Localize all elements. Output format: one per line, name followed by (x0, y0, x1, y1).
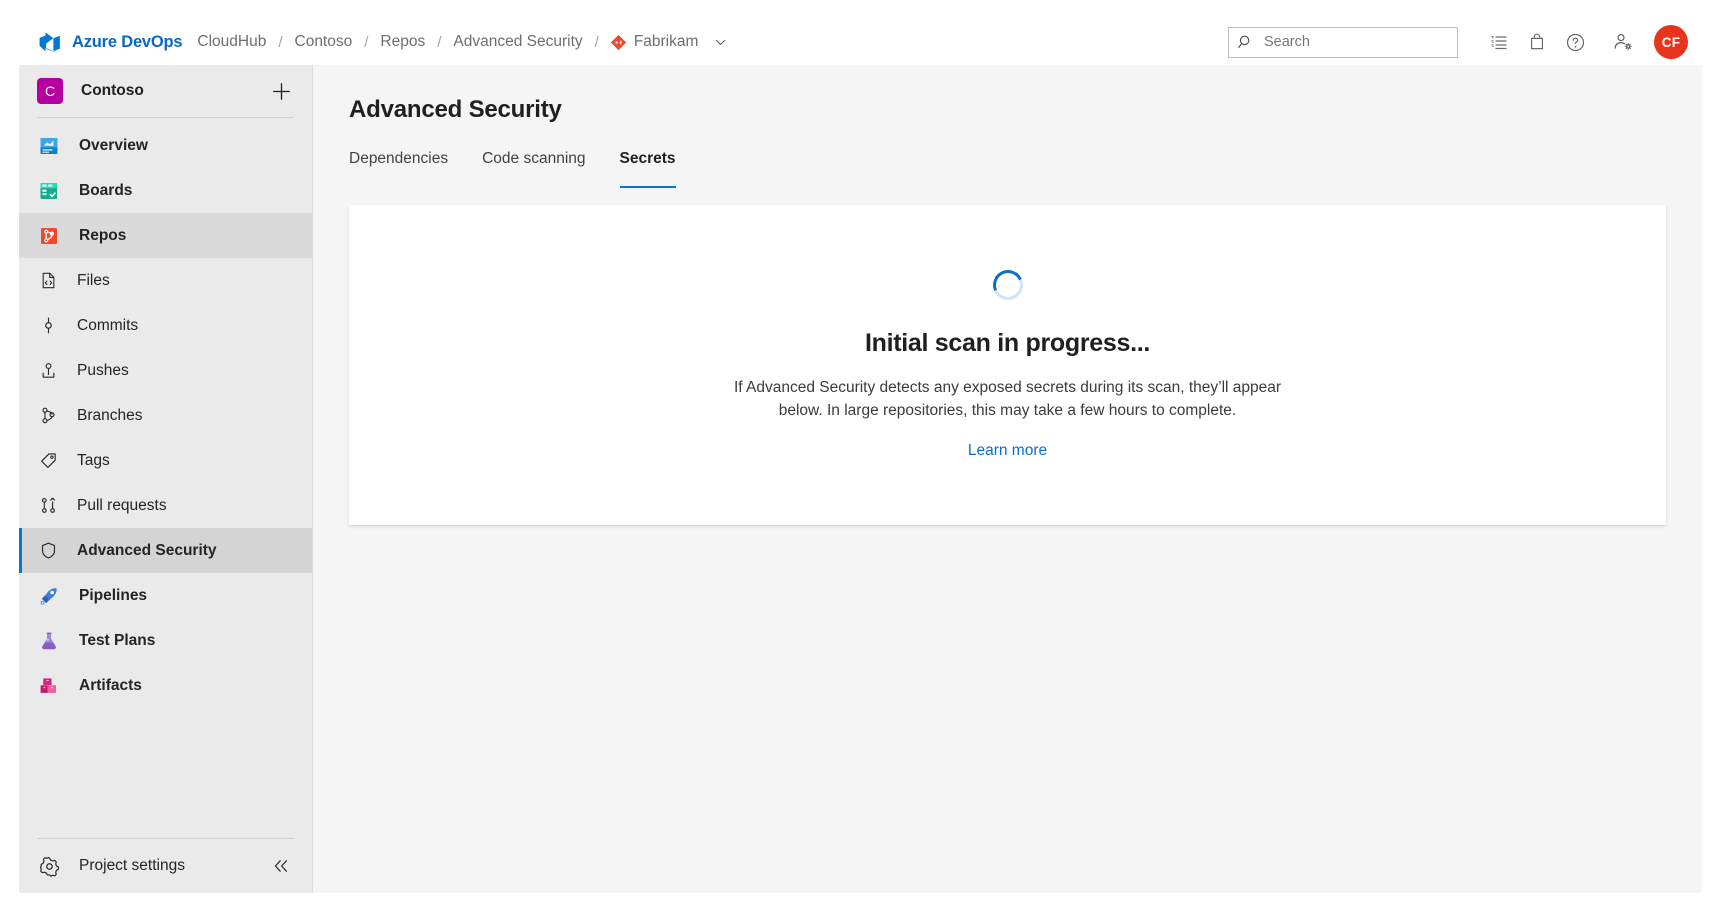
sidebar-item-label: Files (77, 271, 110, 289)
project-name: Contoso (81, 82, 144, 99)
sidebar-item-tags[interactable]: Tags (19, 438, 312, 483)
breadcrumb-separator: / (364, 33, 369, 51)
sidebar-item-repos[interactable]: Repos (19, 213, 312, 258)
gear-icon (37, 854, 61, 878)
breadcrumb-item-contoso[interactable]: Contoso (294, 33, 354, 51)
project-badge: C (37, 78, 63, 104)
breadcrumb-separator: / (278, 33, 283, 51)
repo-name: Fabrikam (633, 33, 699, 50)
breadcrumb-separator: / (437, 33, 442, 51)
loading-spinner (987, 265, 1028, 305)
files-icon (37, 269, 59, 293)
breadcrumb: CloudHub / Contoso / Repos / Advanced Se… (196, 33, 727, 51)
sidebar-item-label: Branches (77, 406, 143, 424)
sidebar-item-pipelines[interactable]: Pipelines (19, 573, 312, 618)
sidebar-footer-label: Project settings (79, 857, 185, 874)
tab-bar: Dependencies Code scanning Secrets (349, 150, 1666, 188)
sidebar-item-label: Pipelines (79, 586, 148, 604)
shield-icon (37, 539, 59, 563)
learn-more-link[interactable]: Learn more (968, 442, 1047, 460)
global-header: Azure DevOps CloudHub / Contoso / Repos … (19, 19, 1702, 65)
pushes-icon (37, 359, 59, 383)
page-title: Advanced Security (349, 96, 562, 123)
sidebar-item-label: Test Plans (79, 631, 156, 649)
breadcrumb-item-advanced-security[interactable]: Advanced Security (452, 33, 583, 51)
sidebar-item-pull-requests[interactable]: Pull requests (19, 483, 312, 528)
commits-icon (37, 314, 59, 338)
scan-status-title: Initial scan in progress... (864, 329, 1151, 358)
scan-status-card: Initial scan in progress... If Advanced … (349, 205, 1666, 525)
azure-devops-logo[interactable] (37, 29, 63, 55)
overview-icon (37, 134, 61, 158)
sidebar-item-project-settings[interactable]: Project settings (19, 839, 312, 893)
repos-icon (37, 224, 61, 248)
search-input[interactable] (1262, 33, 1449, 51)
marketplace-bag-icon[interactable] (1518, 23, 1556, 61)
sidebar-item-advanced-security[interactable]: Advanced Security (19, 528, 312, 573)
scan-status-description: If Advanced Security detects any exposed… (733, 379, 1282, 419)
sidebar-item-label: Advanced Security (77, 541, 217, 559)
search-icon (1238, 34, 1255, 51)
sidebar-item-label: Repos (79, 226, 127, 244)
project-header[interactable]: C Contoso (19, 65, 312, 117)
app-window: Azure DevOps CloudHub / Contoso / Repos … (19, 19, 1702, 893)
sidebar-item-commits[interactable]: Commits (19, 303, 312, 348)
breadcrumb-separator: / (594, 33, 599, 51)
body: C Contoso Overview Boards Repos Files Co… (19, 65, 1702, 893)
sidebar-item-pushes[interactable]: Pushes (19, 348, 312, 393)
main-content: Advanced Security Dependencies Code scan… (313, 65, 1702, 893)
help-icon[interactable] (1556, 23, 1594, 61)
sidebar-item-label: Boards (79, 181, 133, 199)
sidebar: C Contoso Overview Boards Repos Files Co… (19, 65, 313, 893)
add-icon[interactable] (268, 78, 294, 104)
tab-code-scanning[interactable]: Code scanning (482, 150, 585, 188)
chevron-down-icon (714, 36, 727, 49)
sidebar-item-label: Overview (79, 136, 148, 154)
backlog-icon[interactable] (1480, 23, 1518, 61)
pipelines-icon (37, 584, 61, 608)
sidebar-item-branches[interactable]: Branches (19, 393, 312, 438)
breadcrumb-item-repos[interactable]: Repos (379, 33, 426, 51)
boards-icon (37, 179, 61, 203)
brand-name[interactable]: Azure DevOps (72, 33, 183, 52)
branches-icon (37, 404, 59, 428)
breadcrumb-item-cloudhub[interactable]: CloudHub (196, 33, 267, 51)
tags-icon (37, 449, 59, 473)
tab-dependencies[interactable]: Dependencies (349, 150, 448, 188)
sidebar-item-label: Artifacts (79, 676, 142, 694)
search-box[interactable] (1228, 26, 1458, 58)
sidebar-item-artifacts[interactable]: Artifacts (19, 663, 312, 708)
avatar[interactable]: CF (1654, 25, 1688, 59)
chevron-double-left-icon[interactable] (268, 853, 294, 879)
git-repository-icon (610, 34, 627, 51)
sidebar-nav: Overview Boards Repos Files Commits Push… (19, 118, 312, 838)
sidebar-item-boards[interactable]: Boards (19, 168, 312, 213)
tab-secrets[interactable]: Secrets (619, 150, 676, 188)
artifacts-icon (37, 674, 61, 698)
repo-selector[interactable]: Fabrikam (610, 33, 728, 51)
sidebar-item-files[interactable]: Files (19, 258, 312, 303)
sidebar-item-label: Pushes (77, 361, 129, 379)
sidebar-item-label: Pull requests (77, 496, 167, 514)
sidebar-item-label: Tags (77, 451, 110, 469)
header-actions: CF (1228, 23, 1688, 61)
pull-requests-icon (37, 494, 59, 518)
sidebar-item-label: Commits (77, 316, 139, 334)
sidebar-item-overview[interactable]: Overview (19, 123, 312, 168)
user-settings-icon[interactable] (1604, 23, 1642, 61)
sidebar-footer: Project settings (19, 838, 312, 893)
sidebar-item-test-plans[interactable]: Test Plans (19, 618, 312, 663)
test-plans-icon (37, 629, 61, 653)
